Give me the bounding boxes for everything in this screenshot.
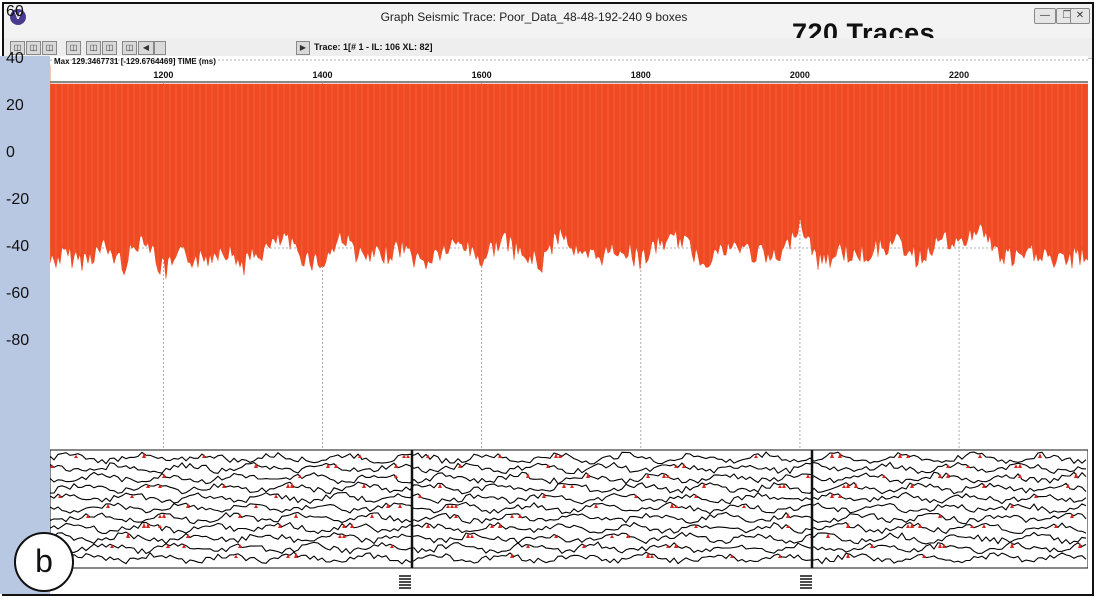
settings-icon[interactable]: ◫: [122, 41, 137, 55]
y-tick-label: 20: [6, 97, 24, 114]
y-axis-panel: [0, 56, 50, 594]
x-tick-label: 2000: [789, 70, 810, 80]
trace-marker-icon: [399, 575, 411, 589]
y-tick-label: 60: [6, 3, 24, 20]
max-amplitude-label: Max 129.3467731 [-129.6764469] TIME (ms): [54, 57, 216, 66]
x-tick-label: 1800: [630, 70, 651, 80]
trace-marker-icon: [800, 575, 812, 589]
trace-info: Trace: 1[# 1 - IL: 106 XL: 82]: [314, 42, 433, 52]
play-icon[interactable]: ▶: [296, 41, 310, 55]
step-back-icon[interactable]: ◀: [138, 41, 154, 55]
x-tick-label: 1600: [471, 70, 492, 80]
y-tick-label: -60: [6, 285, 30, 302]
export-icon[interactable]: ◫: [42, 41, 57, 55]
save-icon[interactable]: ◫: [86, 41, 101, 55]
minimize-icon[interactable]: —: [1034, 8, 1056, 24]
x-tick-label: 1200: [153, 70, 174, 80]
x-tick-label: 1400: [312, 70, 333, 80]
scroll-slider-handle[interactable]: [154, 41, 166, 55]
x-tick-label: 2200: [949, 70, 970, 80]
y-tick-label: 0: [6, 144, 15, 161]
seismic-trace-plot[interactable]: [50, 56, 1088, 570]
close-icon[interactable]: ✕: [1070, 8, 1090, 24]
y-tick-label: 40: [6, 50, 24, 67]
copy-icon[interactable]: ◫: [102, 41, 117, 55]
y-tick-label: -80: [6, 332, 30, 349]
print-icon[interactable]: ◫: [26, 41, 41, 55]
panel-label: b: [14, 532, 74, 592]
y-tick-label: -20: [6, 191, 30, 208]
table-icon[interactable]: ◫: [66, 41, 81, 55]
y-tick-label: -40: [6, 238, 30, 255]
